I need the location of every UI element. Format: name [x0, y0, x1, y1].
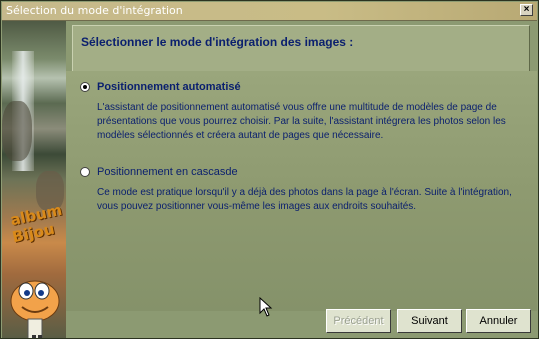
side-image-panel: album Bijou [2, 21, 66, 338]
page-title: Sélectionner le mode d'intégration des i… [81, 35, 354, 49]
option-cascade[interactable]: Positionnement en cascasde [80, 166, 238, 178]
mouse-cursor-icon [259, 297, 273, 317]
options-area: Positionnement automatisé L'assistant de… [66, 71, 537, 311]
option-auto-label[interactable]: Positionnement automatisé [97, 81, 241, 93]
option-auto[interactable]: Positionnement automatisé [80, 81, 241, 93]
next-button[interactable]: Suivant [397, 309, 462, 333]
cancel-button[interactable]: Annuler [466, 309, 531, 333]
option-cascade-description: Ce mode est pratique lorsqu'il y a déjà … [97, 187, 512, 212]
radio-auto[interactable] [80, 82, 90, 92]
rock-image [2, 101, 32, 161]
radio-cascade[interactable] [80, 167, 90, 177]
option-auto-description: L'assistant de positionnement automatisé… [97, 102, 506, 141]
window-title: Sélection du mode d'intégration [6, 4, 183, 17]
option-cascade-label[interactable]: Positionnement en cascasde [97, 166, 238, 178]
title-bar[interactable]: Sélection du mode d'intégration × [2, 2, 537, 21]
app-logo: album Bijou [8, 201, 64, 252]
previous-button[interactable]: Précédent [326, 309, 391, 333]
mascot-icon [10, 280, 60, 338]
main-panel: Sélectionner le mode d'intégration des i… [66, 21, 537, 338]
close-button[interactable]: × [520, 4, 533, 16]
dialog-window: Sélection du mode d'intégration × album … [0, 0, 539, 339]
